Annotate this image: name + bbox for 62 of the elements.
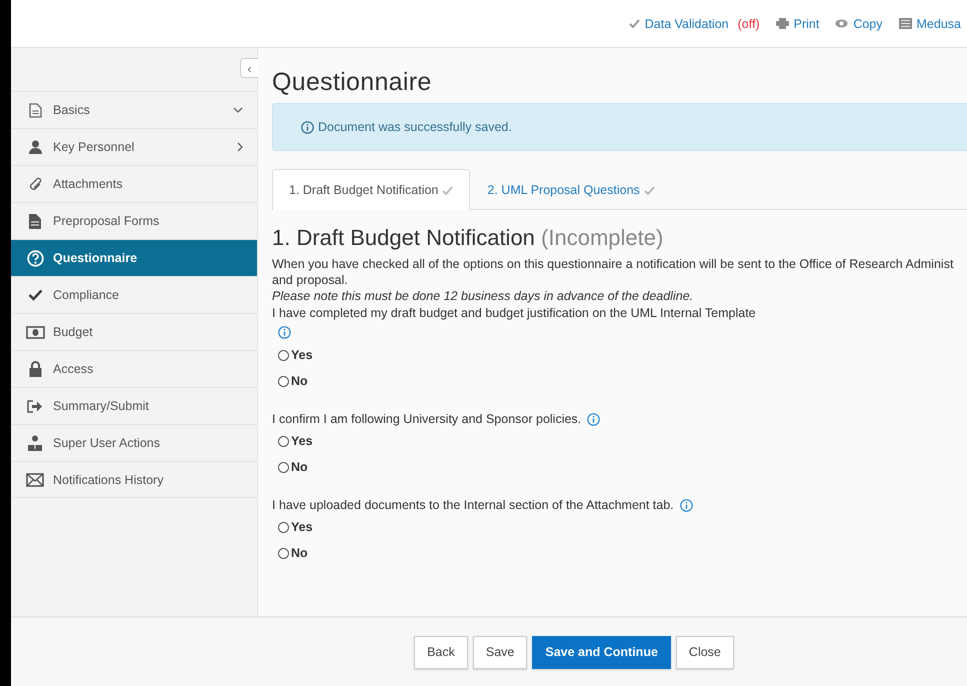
radio-button[interactable]	[278, 436, 289, 446]
radio-button[interactable]	[278, 462, 289, 472]
sidebar-item[interactable]: Questionnaire	[11, 239, 257, 276]
eye-icon	[835, 19, 848, 28]
info-icon	[278, 326, 291, 339]
lock-icon	[28, 361, 42, 377]
check-icon	[28, 289, 42, 301]
toolbar-link[interactable]: Copy	[853, 16, 883, 30]
tab[interactable]: 2. UML Proposal Questions	[470, 169, 672, 210]
check-icon	[644, 186, 655, 194]
document-icon	[28, 102, 42, 118]
person-icon	[28, 140, 42, 154]
sidebar-item[interactable]: Key Personnel	[11, 128, 257, 165]
sidebar-item[interactable]: Super User Actions	[11, 424, 257, 461]
paperclip-icon	[28, 177, 42, 191]
sidebar-item[interactable]: Summary/Submit	[11, 387, 257, 424]
question-icon	[26, 250, 44, 266]
footer-button[interactable]: Close	[676, 636, 734, 668]
option-label: No	[291, 374, 308, 388]
note-text: Please note this must be done 12 business days in advance of the deadline.	[272, 288, 694, 304]
collapse-button[interactable]: ‹	[240, 58, 258, 78]
info-icon	[587, 412, 600, 426]
sidebar-item[interactable]: Compliance	[11, 276, 257, 313]
page-title: Questionnaire	[272, 68, 433, 97]
question-text: I have completed my draft budget and budget justification on the UML Internal Template	[272, 305, 756, 322]
check-icon	[442, 186, 454, 194]
footer-button[interactable]: Save	[472, 636, 528, 668]
alert-message: Document was successfully saved.	[318, 120, 512, 134]
question-text: I confirm I am following University and Sponsor policies.	[272, 411, 582, 428]
intro-text: When you have checked all of the options on this questionnaire a notification will be sent to the Office of Research Administ and proposal.	[272, 256, 954, 288]
radio-button[interactable]	[278, 522, 289, 532]
user-tie-icon	[27, 435, 43, 451]
sidebar-item[interactable]: Notifications History	[11, 461, 257, 498]
envelope-icon	[26, 472, 44, 486]
toolbar-link[interactable]: Print	[794, 16, 820, 30]
banknote-icon	[26, 326, 44, 338]
option-label: Yes	[291, 520, 313, 534]
radio-button[interactable]	[278, 376, 289, 386]
footer-button[interactable]: Back	[414, 636, 468, 668]
radio-button[interactable]	[278, 548, 289, 558]
question-text: I have uploaded documents to the Internal section of the Attachment tab.	[272, 497, 674, 514]
list-icon	[898, 18, 912, 29]
tab[interactable]: 1. Draft Budget Notification	[272, 169, 470, 210]
option-label: Yes	[291, 434, 313, 448]
option-label: Yes	[291, 348, 313, 362]
option-label: No	[291, 546, 308, 560]
info-icon	[680, 498, 693, 512]
sidebar-item[interactable]: Basics	[11, 91, 257, 128]
sign-out-icon	[27, 400, 43, 412]
sidebar-item[interactable]: Attachments	[11, 165, 257, 202]
sidebar-item[interactable]: Budget	[11, 313, 257, 350]
toolbar-link[interactable]: Medusa	[916, 16, 961, 30]
check-icon	[628, 19, 640, 28]
file-icon	[29, 214, 41, 228]
status-label: (off)	[738, 16, 760, 30]
info-icon	[301, 120, 314, 134]
toolbar-link[interactable]: Data Validation	[644, 16, 729, 30]
sidebar-item[interactable]: Access	[11, 350, 257, 387]
section-heading: 1. Draft Budget Notification (Incomplete)	[272, 225, 664, 250]
radio-button[interactable]	[278, 350, 289, 360]
option-label: No	[291, 460, 308, 474]
footer-button[interactable]: Save and Continue	[532, 636, 671, 668]
